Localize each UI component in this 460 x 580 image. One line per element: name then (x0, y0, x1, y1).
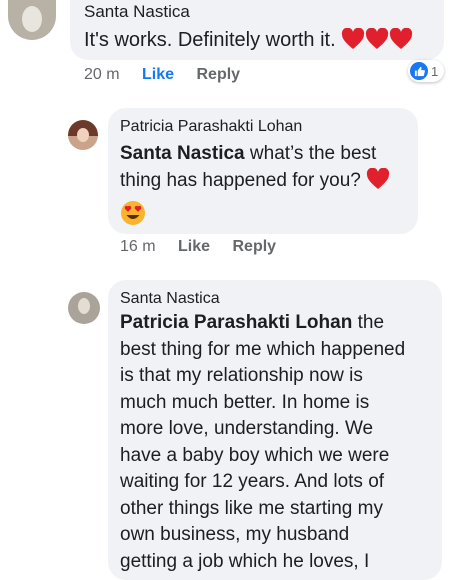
comment-bubble: Santa Nastica Patricia Parashakti Lohan … (108, 280, 442, 580)
comment-text-line-5: more love, understanding. We (120, 418, 374, 439)
like-button[interactable]: Like (178, 238, 210, 256)
reaction-count: 1 (431, 63, 439, 79)
comment-text: Patricia Parashakti Lohan the best thing… (120, 310, 430, 575)
comment-text: It's works. Definitely worth it. (84, 28, 430, 52)
like-button[interactable]: Like (142, 66, 174, 84)
reaction-count-badge[interactable]: 1 (408, 60, 445, 82)
comment-text-line-7: waiting for 12 years. And lots of (120, 471, 385, 492)
comment-time: 20 m (84, 66, 120, 83)
comment-text-line-1: what’s the best (249, 143, 377, 164)
comment-author[interactable]: Santa Nastica (120, 290, 430, 308)
comment-text-line-8: other things like me starting my (120, 497, 383, 519)
avatar-face (22, 6, 42, 32)
red-heart-icon (341, 28, 365, 50)
avatar-face (78, 298, 90, 314)
comment-text-line-9: own business, my husband (120, 524, 350, 545)
red-heart-icon (389, 28, 413, 50)
comment-bubble: Patricia Parashakti Lohan Santa Nastica … (108, 108, 418, 234)
comment-time: 16 m (120, 238, 156, 255)
comment-text-content: It's works. Definitely worth it. (84, 29, 336, 51)
comment-text-line-2: thing has happened for you? (120, 170, 361, 191)
thumbs-up-icon (410, 62, 428, 80)
mention-link[interactable]: Santa Nastica (120, 143, 245, 164)
reply-button[interactable]: Reply (233, 238, 277, 256)
comment-actions: 16 m Like Reply (120, 238, 276, 256)
comment-author[interactable]: Santa Nastica (84, 2, 430, 22)
comment-text-line-4: much much better. In home is (120, 391, 370, 413)
red-heart-icon (365, 28, 389, 50)
reply-button[interactable]: Reply (197, 66, 241, 84)
comment-author[interactable]: Patricia Parashakti Lohan (120, 118, 406, 136)
heart-eyes-icon (120, 200, 406, 231)
comment-text-line-3: is that my relationship now is (120, 365, 363, 386)
mention-link[interactable]: Patricia Parashakti Lohan (120, 312, 352, 333)
comment-text-line-2: best thing for me which happened (120, 338, 406, 360)
comment-text-line-1: the (357, 312, 385, 333)
comment-text-line-6: have a baby boy which we were (120, 444, 390, 466)
avatar[interactable] (8, 0, 56, 40)
comment-bubble: Santa Nastica It's works. Definitely wor… (70, 0, 444, 60)
comment-text-line-10: getting a job which he loves, I (120, 550, 370, 572)
red-heart-icon (366, 168, 390, 190)
avatar[interactable] (68, 292, 100, 324)
avatar[interactable] (68, 120, 98, 150)
avatar-face (77, 128, 89, 142)
comment-text: Santa Nastica what’s the best thing has … (120, 140, 406, 194)
comment-actions: 20 m Like Reply (84, 66, 240, 84)
